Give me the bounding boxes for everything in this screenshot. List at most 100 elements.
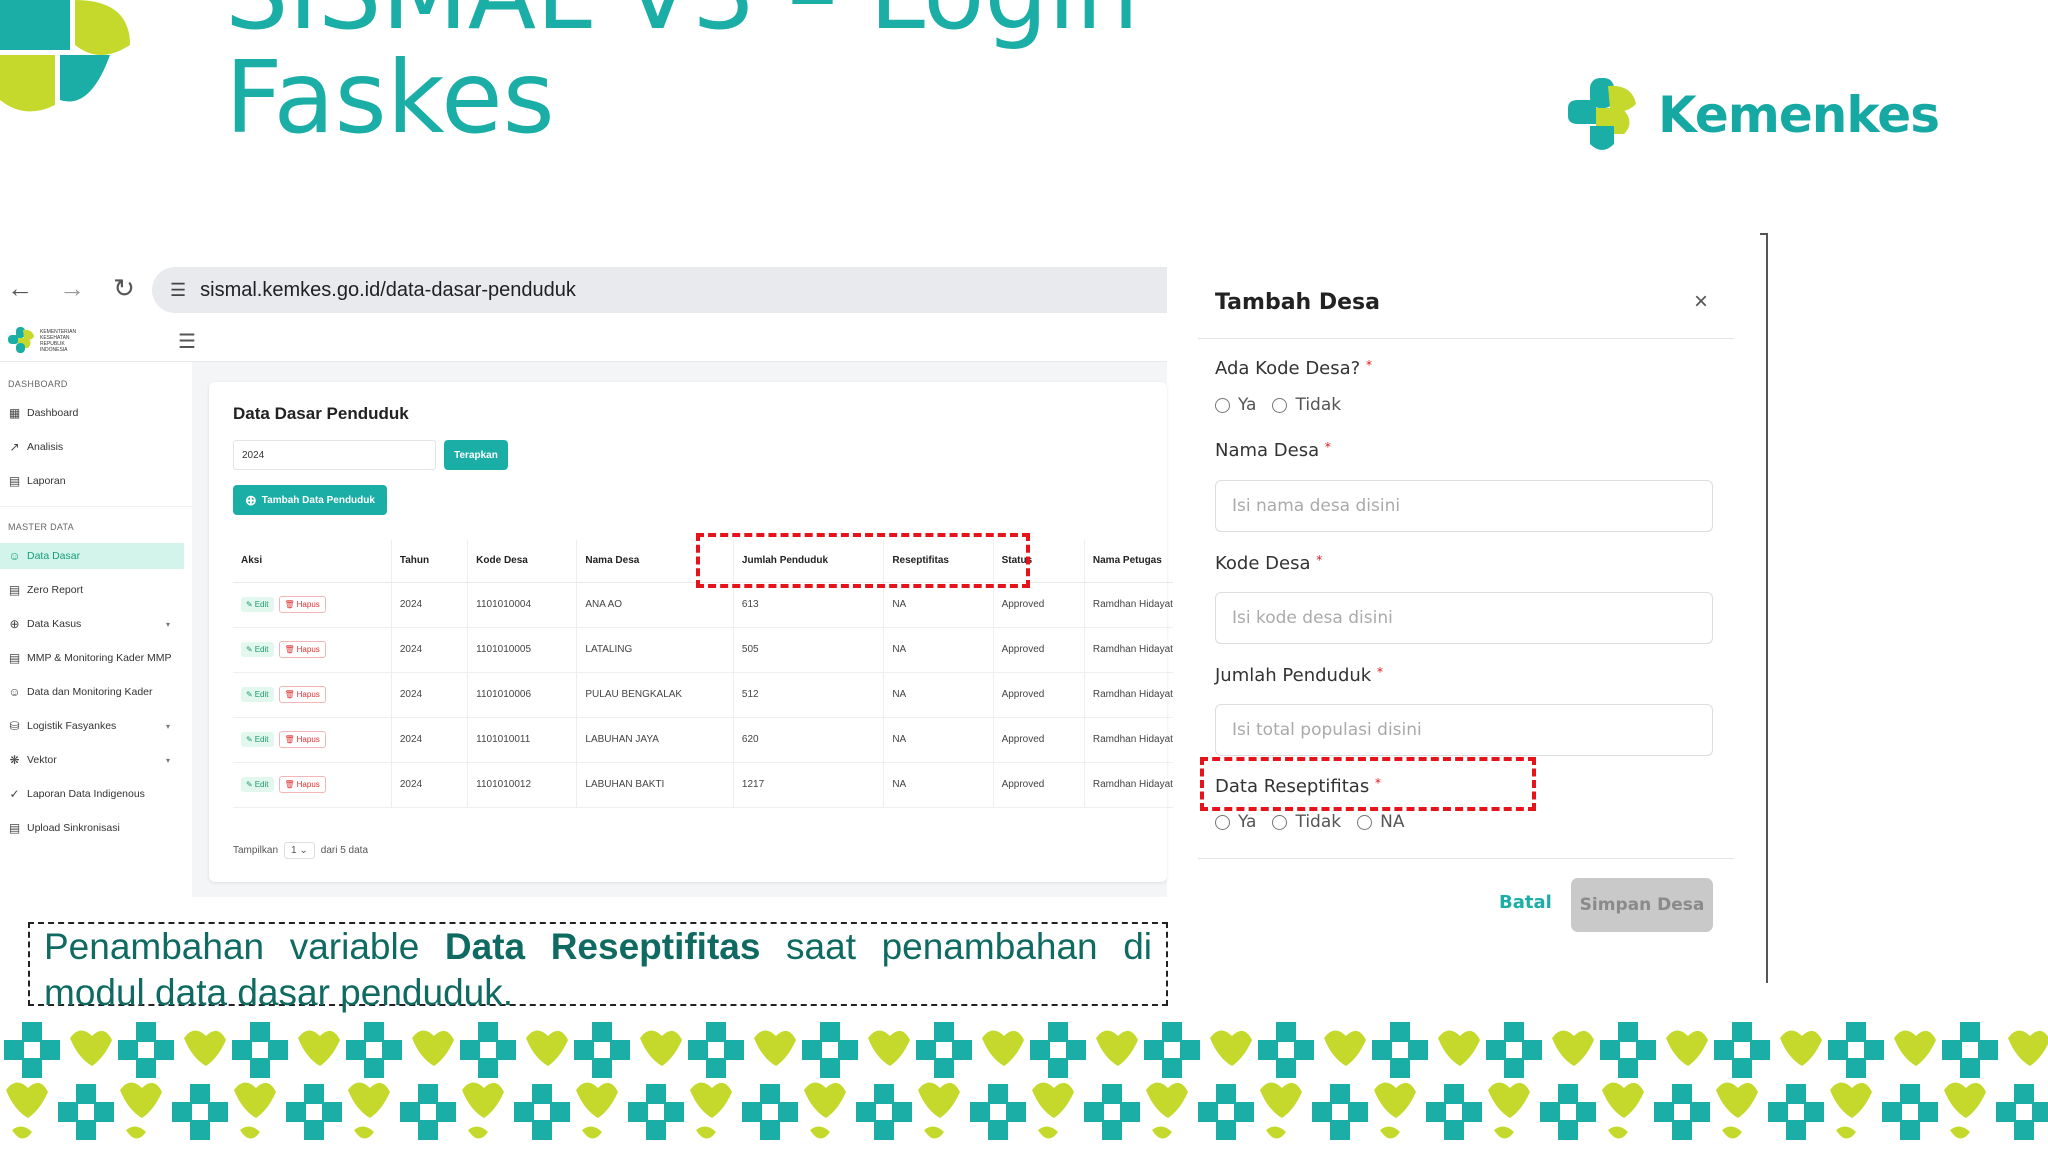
sidebar-item-vektor[interactable]: ❋ Vektor ▾	[0, 747, 184, 773]
radio-reseptifitas-tidak[interactable]	[1272, 814, 1288, 830]
cell-reseptifitas: NA	[883, 717, 994, 763]
sidebar-item-data-kasus[interactable]: ⊕ Data Kasus ▾	[0, 611, 184, 637]
hapus-button[interactable]: 🗑 Hapus	[278, 776, 326, 793]
trend-icon: ↗	[9, 439, 20, 454]
sidebar-item-zero-report[interactable]: ▤ Zero Report	[0, 577, 184, 603]
cell-nama-desa: PULAU BENGKALAK	[576, 672, 734, 718]
data-card: Data Dasar Penduduk 2024 Terapkan ⊕ Tamb…	[209, 382, 1173, 882]
page-size-select[interactable]: 1 ⌄	[284, 842, 315, 859]
sidebar-item-indigenous[interactable]: ✓ Laporan Data Indigenous	[0, 781, 184, 807]
save-button[interactable]: Simpan Desa	[1571, 878, 1713, 932]
edit-button[interactable]: ✎ Edit	[241, 777, 274, 792]
hapus-button[interactable]: 🗑 Hapus	[278, 596, 326, 613]
radio-reseptifitas-na[interactable]	[1357, 814, 1373, 830]
add-data-button[interactable]: ⊕ Tambah Data Penduduk	[233, 485, 387, 515]
site-settings-icon[interactable]: ☰	[170, 280, 186, 301]
cell-kode-desa: 1101010005	[467, 627, 577, 673]
user-icon: ☺	[8, 684, 21, 699]
cell-nama-petugas: Ramdhan Hidayat	[1083, 627, 1173, 673]
truck-icon: ⛁	[9, 718, 20, 733]
nama-desa-input[interactable]: Isi nama desa disini	[1215, 480, 1713, 532]
pagination-footer: Tampilkan 1 ⌄ dari 5 data	[233, 842, 368, 859]
edit-button[interactable]: ✎ Edit	[241, 642, 274, 657]
radio-tidak[interactable]	[1272, 397, 1288, 413]
highlight-box-columns	[696, 533, 1030, 588]
sidebar-item-logistik[interactable]: ⛁ Logistik Fasyankes ▾	[0, 713, 184, 739]
hapus-button[interactable]: 🗑 Hapus	[278, 686, 326, 703]
hapus-button[interactable]: 🗑 Hapus	[278, 731, 326, 748]
sidebar-item-kader[interactable]: ☺ Data dan Monitoring Kader	[0, 679, 184, 705]
trash-icon: 🗑	[284, 780, 295, 789]
pencil-icon: ✎	[246, 780, 253, 789]
sidebar: DASHBOARD ▦ Dashboard ↗ Analisis ▤ Laporan …	[0, 362, 192, 897]
kode-desa-label: Kode Desa *	[1215, 553, 1323, 574]
col-aksi: Aksi	[233, 540, 392, 583]
sidebar-section-master-data: MASTER DATA	[8, 522, 74, 532]
pencil-icon: ✎	[246, 735, 253, 744]
hapus-button[interactable]: 🗑 Hapus	[278, 641, 326, 658]
kode-desa-input[interactable]: Isi kode desa disini	[1215, 592, 1713, 644]
trash-icon: 🗑	[284, 645, 295, 654]
sidebar-divider	[0, 506, 192, 507]
cell-reseptifitas: NA	[883, 582, 994, 628]
decorative-batik-pattern	[0, 1018, 2048, 1152]
cell-tahun: 2024	[390, 762, 468, 808]
sidebar-item-data-dasar[interactable]: ☺ Data Dasar	[0, 543, 184, 569]
kode-question-label: Ada Kode Desa? *	[1215, 358, 1372, 379]
highlight-box-reseptifitas	[1200, 757, 1536, 811]
pencil-icon: ✎	[246, 690, 253, 699]
sidebar-item-laporan[interactable]: ▤ Laporan	[0, 468, 184, 494]
col-kode-desa: Kode Desa	[467, 540, 577, 583]
forward-arrow-icon[interactable]: →	[58, 273, 86, 303]
sidebar-item-dashboard[interactable]: ▦ Dashboard	[0, 400, 184, 426]
sidebar-item-mmp[interactable]: ▤ MMP & Monitoring Kader MMP	[0, 645, 184, 671]
cell-nama-desa: LABUHAN JAYA	[576, 717, 734, 763]
cell-tahun: 2024	[390, 627, 468, 673]
trash-icon: 🗑	[284, 600, 295, 609]
edit-button[interactable]: ✎ Edit	[241, 597, 274, 612]
close-icon[interactable]: ×	[1694, 288, 1708, 316]
cell-status: Approved	[992, 762, 1085, 808]
back-arrow-icon[interactable]: ←	[6, 273, 34, 303]
apply-button[interactable]: Terapkan	[444, 440, 508, 470]
brand-name: Kemenkes	[1658, 86, 1940, 144]
cell-status: Approved	[992, 672, 1085, 718]
cancel-button[interactable]: Batal	[1499, 892, 1552, 913]
kemenkes-logo-icon	[1568, 78, 1636, 150]
cell-aksi: ✎ Edit 🗑 Hapus	[233, 717, 392, 763]
address-bar[interactable]: ☰ sismal.kemkes.go.id/data-dasar-pendudu…	[152, 267, 1167, 313]
cell-kode-desa: 1101010004	[467, 582, 577, 628]
sidebar-item-upload[interactable]: ▤ Upload Sinkronisasi	[0, 815, 184, 841]
year-input[interactable]: 2024	[233, 440, 436, 470]
pencil-icon: ✎	[246, 600, 253, 609]
sidebar-item-analisis[interactable]: ↗ Analisis	[0, 434, 184, 460]
cell-jumlah-penduduk: 505	[732, 627, 884, 673]
menu-toggle-icon[interactable]: ☰	[178, 329, 196, 354]
edit-button[interactable]: ✎ Edit	[241, 687, 274, 702]
trash-icon: 🗑	[284, 735, 295, 744]
cell-jumlah-penduduk: 1217	[732, 762, 884, 808]
document-icon: ▤	[8, 582, 21, 597]
table-icon: ▤	[8, 650, 21, 665]
jumlah-penduduk-input[interactable]: Isi total populasi disini	[1215, 704, 1713, 756]
radio-reseptifitas-ya[interactable]	[1215, 814, 1230, 830]
edit-button[interactable]: ✎ Edit	[241, 732, 274, 747]
page-title: Data Dasar Penduduk	[233, 404, 409, 423]
cell-nama-petugas: Ramdhan Hidayat	[1083, 717, 1173, 763]
cell-jumlah-penduduk: 613	[732, 582, 884, 628]
cell-aksi: ✎ Edit 🗑 Hapus	[233, 762, 392, 808]
reload-icon[interactable]: ↻	[110, 273, 138, 303]
cell-kode-desa: 1101010011	[467, 717, 577, 763]
kemenkes-logo: Kemenkes	[1562, 72, 1940, 158]
cell-nama-desa: LABUHAN BAKTI	[576, 762, 734, 808]
app-logo-text: KEMENTERIAN KESEHATAN REPUBLIK INDONESIA	[40, 329, 77, 353]
cell-aksi: ✎ Edit 🗑 Hapus	[233, 582, 392, 628]
cell-jumlah-penduduk: 512	[732, 672, 884, 718]
cell-nama-desa: LATALING	[576, 627, 734, 673]
app-header: KEMENTERIAN KESEHATAN REPUBLIK INDONESIA…	[0, 320, 1167, 362]
cell-reseptifitas: NA	[883, 762, 994, 808]
chevron-down-icon: ▾	[165, 619, 170, 629]
chevron-down-icon: ▾	[165, 755, 170, 765]
radio-ya[interactable]	[1215, 397, 1230, 413]
cell-tahun: 2024	[390, 582, 468, 628]
